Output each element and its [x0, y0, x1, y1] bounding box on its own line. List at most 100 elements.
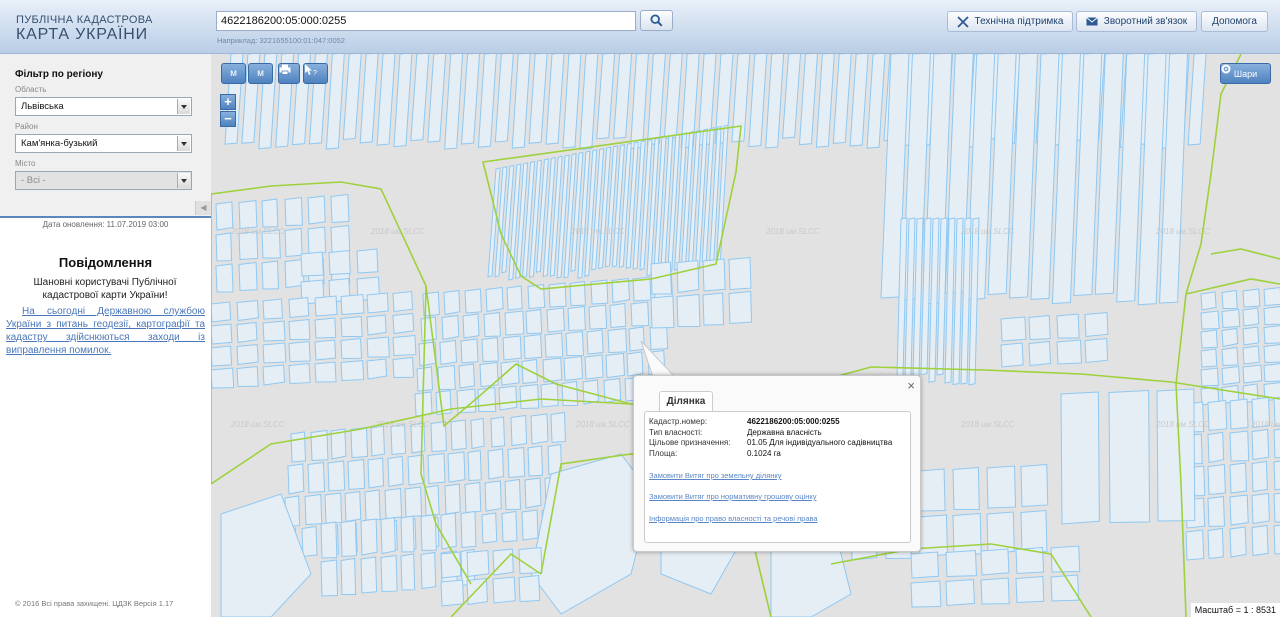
map-canvas[interactable]: 2018 им.SLCC 2018 им.SLCC 2018 им.SLCC 2018…	[211, 54, 1280, 617]
land-parcel[interactable]	[427, 54, 447, 143]
land-parcel[interactable]	[518, 546, 543, 575]
land-parcel[interactable]	[494, 54, 514, 143]
close-icon[interactable]: ×	[907, 378, 915, 393]
land-parcel[interactable]	[1207, 399, 1228, 432]
land-parcel[interactable]	[748, 54, 768, 148]
land-parcel[interactable]	[1263, 287, 1280, 307]
land-parcel[interactable]	[390, 423, 407, 456]
land-parcel[interactable]	[1020, 463, 1049, 508]
land-parcel[interactable]	[464, 481, 482, 514]
land-parcel[interactable]	[360, 556, 378, 594]
land-parcel[interactable]	[340, 359, 365, 382]
land-parcel[interactable]	[1056, 339, 1083, 365]
land-parcel[interactable]	[952, 466, 980, 511]
land-parcel[interactable]	[1263, 344, 1280, 364]
land-parcel[interactable]	[918, 468, 946, 512]
land-parcel[interactable]	[238, 199, 258, 230]
land-parcel[interactable]	[384, 487, 403, 520]
land-parcel[interactable]	[366, 314, 387, 336]
land-parcel[interactable]	[287, 463, 305, 495]
land-parcel[interactable]	[584, 354, 604, 380]
land-parcel[interactable]	[1242, 307, 1260, 327]
land-parcel[interactable]	[1242, 326, 1260, 346]
land-parcel[interactable]	[528, 54, 548, 144]
land-parcel[interactable]	[782, 54, 802, 139]
land-parcel[interactable]	[307, 226, 327, 256]
land-parcel[interactable]	[211, 323, 233, 345]
land-parcel[interactable]	[765, 54, 785, 149]
land-parcel[interactable]	[980, 548, 1010, 576]
land-parcel[interactable]	[1229, 430, 1250, 462]
land-parcel[interactable]	[1187, 54, 1207, 146]
land-parcel[interactable]	[629, 54, 649, 150]
land-parcel[interactable]	[262, 298, 283, 320]
land-parcel[interactable]	[1273, 492, 1280, 523]
land-parcel[interactable]	[550, 411, 566, 444]
land-parcel[interactable]	[1229, 398, 1249, 430]
land-parcel[interactable]	[320, 559, 339, 597]
land-parcel[interactable]	[437, 364, 456, 391]
land-parcel[interactable]	[300, 251, 324, 277]
land-parcel[interactable]	[1050, 574, 1080, 602]
land-parcel[interactable]	[1242, 345, 1260, 365]
feedback-button[interactable]: Зворотний зв'язок	[1076, 11, 1197, 32]
land-parcel[interactable]	[728, 290, 753, 325]
land-parcel[interactable]	[1251, 524, 1269, 557]
land-parcel[interactable]	[481, 512, 498, 544]
land-parcel[interactable]	[440, 551, 462, 579]
land-parcel[interactable]	[1263, 363, 1280, 383]
land-parcel[interactable]	[563, 355, 584, 382]
land-parcel[interactable]	[1028, 314, 1051, 341]
land-parcel[interactable]	[477, 386, 497, 413]
land-parcel[interactable]	[211, 367, 235, 389]
land-parcel[interactable]	[519, 383, 540, 410]
land-parcel[interactable]	[1221, 365, 1241, 386]
land-parcel[interactable]	[609, 302, 627, 329]
land-parcel[interactable]	[462, 313, 480, 339]
land-parcel[interactable]	[524, 477, 542, 509]
land-parcel[interactable]	[1207, 495, 1225, 528]
land-parcel[interactable]	[236, 299, 260, 322]
land-parcel[interactable]	[400, 553, 416, 591]
measure-area-button[interactable]: м	[248, 63, 273, 84]
land-parcel[interactable]	[487, 448, 504, 480]
layers-button[interactable]: Шари	[1220, 63, 1271, 84]
land-parcel[interactable]	[284, 227, 303, 258]
land-parcel[interactable]	[460, 338, 479, 364]
support-button[interactable]: Технічна підтримка	[947, 11, 1073, 32]
land-parcel[interactable]	[340, 337, 363, 360]
land-parcel[interactable]	[344, 490, 362, 523]
land-parcel[interactable]	[440, 579, 465, 607]
land-parcel[interactable]	[392, 312, 415, 335]
land-parcel[interactable]	[366, 358, 388, 380]
land-parcel[interactable]	[1000, 316, 1027, 342]
land-parcel[interactable]	[501, 510, 518, 543]
land-parcel[interactable]	[1229, 494, 1249, 526]
land-parcel[interactable]	[340, 557, 357, 596]
land-parcel[interactable]	[359, 54, 379, 144]
land-parcel[interactable]	[986, 465, 1017, 509]
land-parcel[interactable]	[565, 330, 584, 357]
zoom-out-button[interactable]: −	[220, 111, 236, 127]
land-parcel[interactable]	[607, 327, 628, 354]
land-parcel[interactable]	[460, 510, 477, 549]
land-parcel[interactable]	[1221, 289, 1238, 310]
land-parcel[interactable]	[443, 289, 461, 316]
land-parcel[interactable]	[1229, 526, 1247, 558]
help-button[interactable]: Допомога	[1201, 11, 1268, 32]
land-parcel[interactable]	[1050, 545, 1081, 573]
land-parcel[interactable]	[866, 54, 886, 149]
land-parcel[interactable]	[364, 489, 381, 521]
land-parcel[interactable]	[420, 551, 437, 590]
land-parcel[interactable]	[327, 460, 346, 492]
land-parcel[interactable]	[952, 512, 982, 557]
land-parcel[interactable]	[1084, 337, 1109, 364]
land-parcel[interactable]	[815, 54, 835, 148]
land-parcel[interactable]	[1015, 575, 1045, 604]
land-parcel[interactable]	[340, 519, 357, 558]
tab-parcel[interactable]: Ділянка	[659, 391, 713, 412]
land-parcel[interactable]	[521, 509, 539, 541]
land-parcel[interactable]	[676, 293, 701, 328]
land-parcel[interactable]	[1251, 460, 1268, 493]
land-parcel[interactable]	[588, 304, 608, 330]
